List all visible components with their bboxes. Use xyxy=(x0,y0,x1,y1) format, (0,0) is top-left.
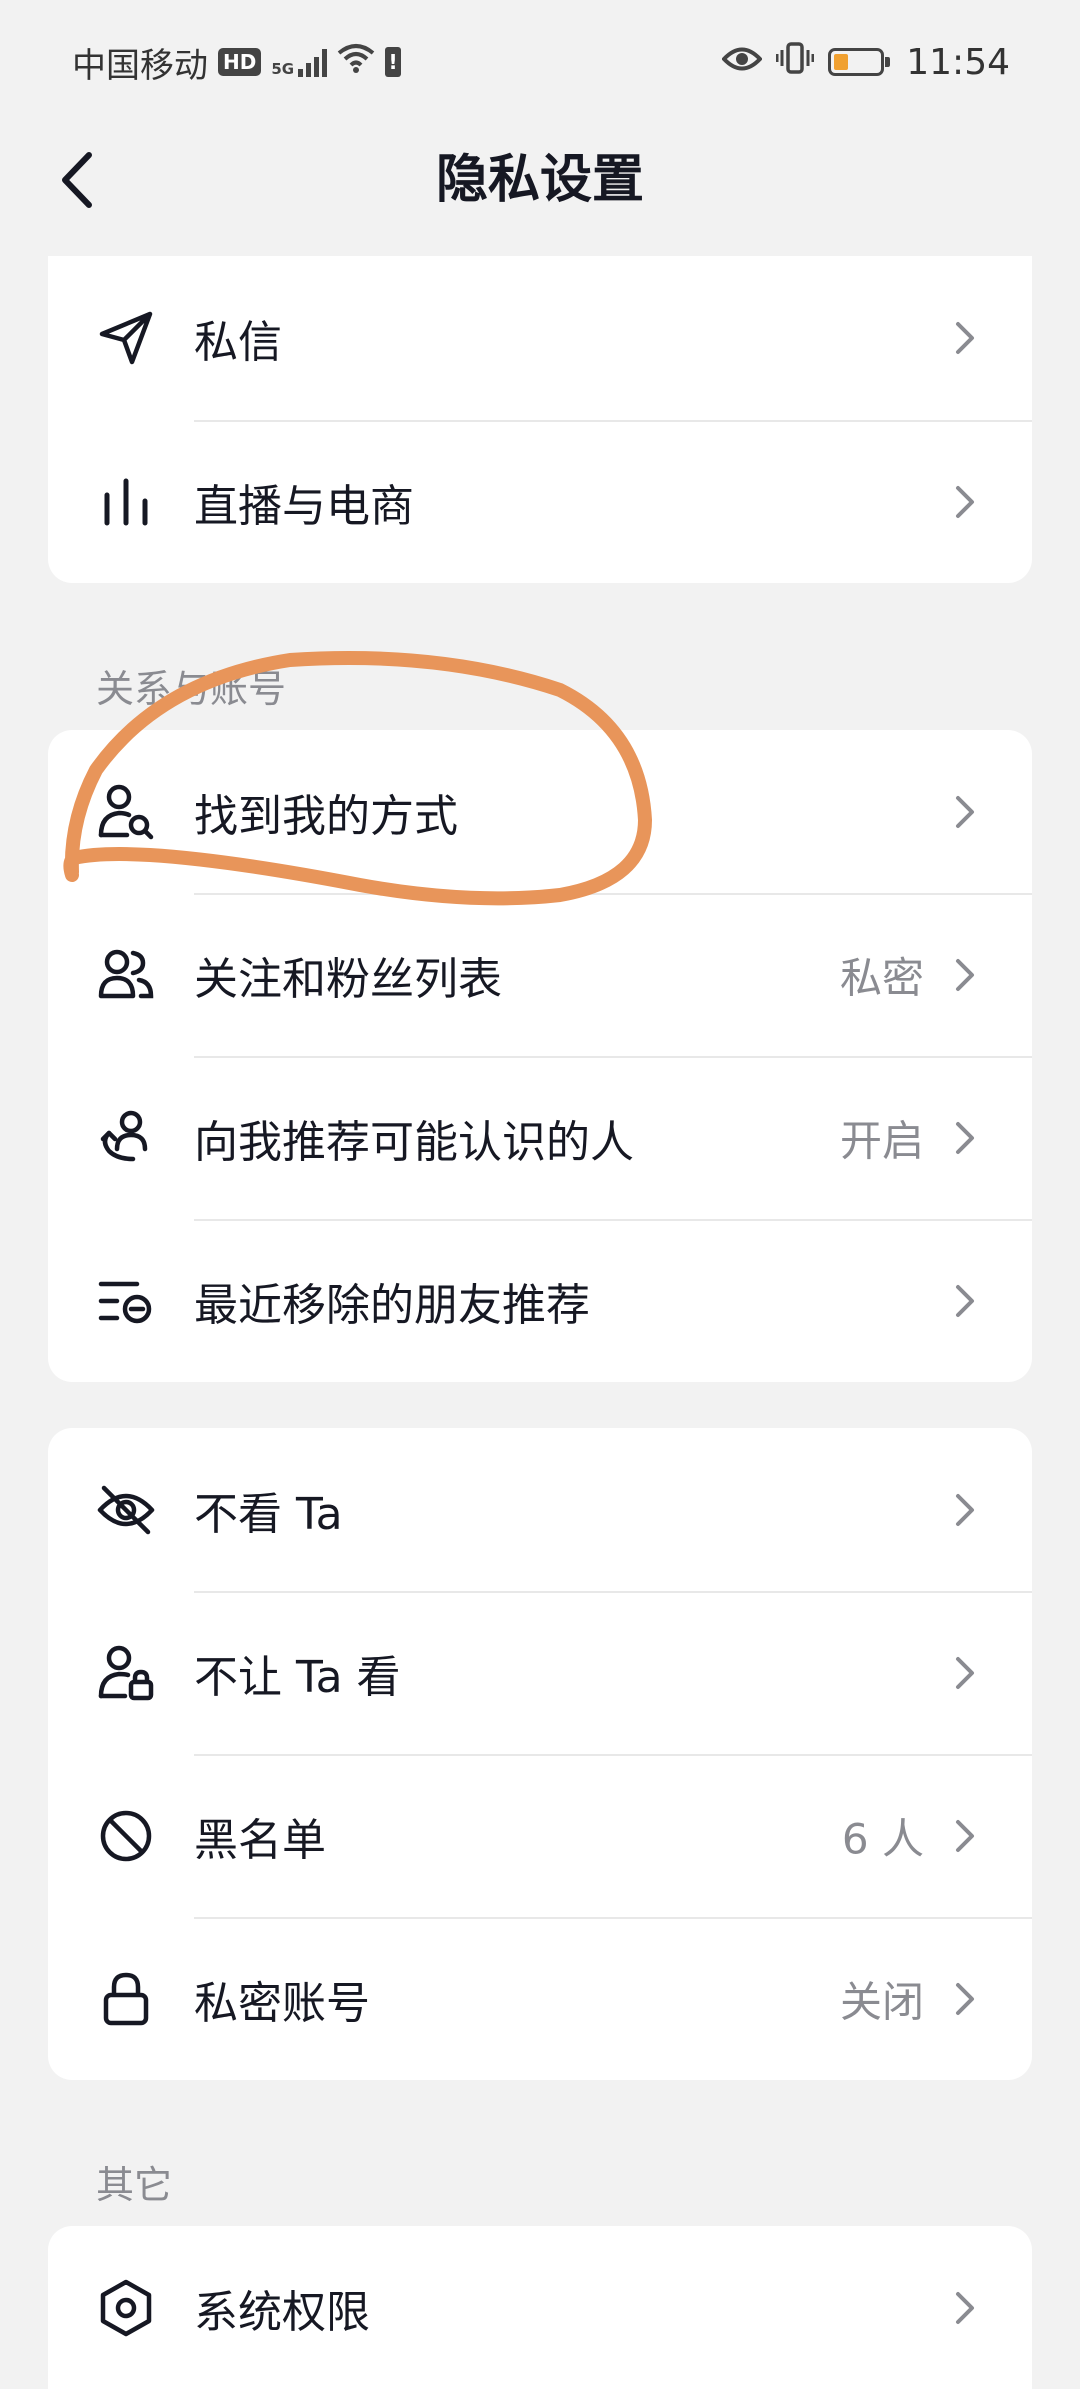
chevron-right-icon xyxy=(956,2291,974,2324)
row-hide-their-content[interactable]: 不看 Ta xyxy=(48,1428,1032,1591)
row-blacklist[interactable]: 黑名单 6 人 xyxy=(48,1754,1032,1917)
chevron-right-icon xyxy=(956,485,974,518)
row-label: 私信 xyxy=(194,317,282,368)
row-value: 关闭 xyxy=(839,1977,924,2026)
section-title-other: 其它 xyxy=(96,2163,173,2207)
hd-badge-icon: HD xyxy=(218,48,262,76)
chevron-right-icon xyxy=(956,1819,974,1852)
chevron-right-icon xyxy=(956,1982,974,2015)
row-removed-recommendations[interactable]: 最近移除的朋友推荐 xyxy=(48,1219,1032,1382)
bars-icon xyxy=(96,472,156,532)
page-title: 隐私设置 xyxy=(435,150,644,210)
chevron-right-icon xyxy=(956,795,974,828)
row-follow-fans-list[interactable]: 关注和粉丝列表 私密 xyxy=(48,893,1032,1056)
row-label: 找到我的方式 xyxy=(194,790,458,842)
send-icon xyxy=(96,308,156,368)
eye-icon xyxy=(721,42,764,83)
lock-icon xyxy=(96,1969,156,2029)
row-label: 不让 Ta 看 xyxy=(194,1651,401,1703)
signal-icon: 5G xyxy=(271,47,328,78)
card-visibility: 不看 Ta 不让 Ta 看 黑名单 6 人 私密账号 关闭 xyxy=(48,1428,1032,2080)
person-recommend-icon xyxy=(96,1108,156,1168)
network-type: 5G xyxy=(271,60,295,78)
row-private-message[interactable]: 私信 xyxy=(48,256,1032,420)
carrier-name: 中国移动 xyxy=(72,45,208,86)
status-bar-left: 中国移动 HD 5G xyxy=(72,38,402,86)
row-label: 不看 Ta xyxy=(194,1488,343,1540)
row-value: 6 人 xyxy=(841,1814,924,1863)
row-live-ecommerce[interactable]: 直播与电商 xyxy=(48,420,1032,583)
row-system-permissions[interactable]: 系统权限 xyxy=(48,2226,1032,2389)
chevron-right-icon xyxy=(956,1656,974,1689)
chevron-right-icon xyxy=(956,958,974,991)
chevron-right-icon xyxy=(956,1284,974,1317)
row-label: 最近移除的朋友推荐 xyxy=(194,1279,590,1331)
row-label: 系统权限 xyxy=(194,2286,370,2338)
row-label: 关注和粉丝列表 xyxy=(194,953,502,1005)
row-label: 向我推荐可能认识的人 xyxy=(194,1116,634,1168)
card-relations: 找到我的方式 关注和粉丝列表 私密 向我推荐可能认识的人 开启 最近移除的朋友推… xyxy=(48,730,1032,1382)
nav-bar: 隐私设置 xyxy=(0,120,1080,240)
block-icon xyxy=(96,1806,156,1866)
row-label: 黑名单 xyxy=(194,1814,326,1866)
eye-off-icon xyxy=(96,1480,156,1540)
row-label: 直播与电商 xyxy=(194,480,414,532)
section-title-relations: 关系与账号 xyxy=(96,667,287,711)
battery-icon xyxy=(828,48,891,76)
status-bar: 中国移动 HD 5G 11:54 xyxy=(0,0,1080,120)
hexagon-settings-icon xyxy=(96,2278,156,2338)
vibrate-icon xyxy=(775,41,815,84)
row-private-account[interactable]: 私密账号 关闭 xyxy=(48,1917,1032,2080)
status-bar-right: 11:54 xyxy=(721,38,1010,86)
card-other: 系统权限 xyxy=(48,2226,1032,2389)
person-lock-icon xyxy=(96,1643,156,1703)
wifi-icon xyxy=(337,42,375,82)
clock: 11:54 xyxy=(906,41,1010,83)
people-icon xyxy=(96,945,156,1005)
alert-battery-icon xyxy=(385,47,402,77)
list-remove-icon xyxy=(96,1271,156,1331)
card-messaging: 私信 直播与电商 xyxy=(48,256,1032,583)
row-value: 开启 xyxy=(839,1116,924,1165)
row-find-me[interactable]: 找到我的方式 xyxy=(48,730,1032,893)
chevron-right-icon xyxy=(956,322,974,354)
row-recommend-people[interactable]: 向我推荐可能认识的人 开启 xyxy=(48,1056,1032,1219)
chevron-right-icon xyxy=(956,1121,974,1154)
row-value: 私密 xyxy=(839,953,924,1002)
person-search-icon xyxy=(96,782,156,842)
chevron-right-icon xyxy=(956,1493,974,1526)
row-label: 私密账号 xyxy=(194,1977,370,2029)
row-block-from-viewing[interactable]: 不让 Ta 看 xyxy=(48,1591,1032,1754)
